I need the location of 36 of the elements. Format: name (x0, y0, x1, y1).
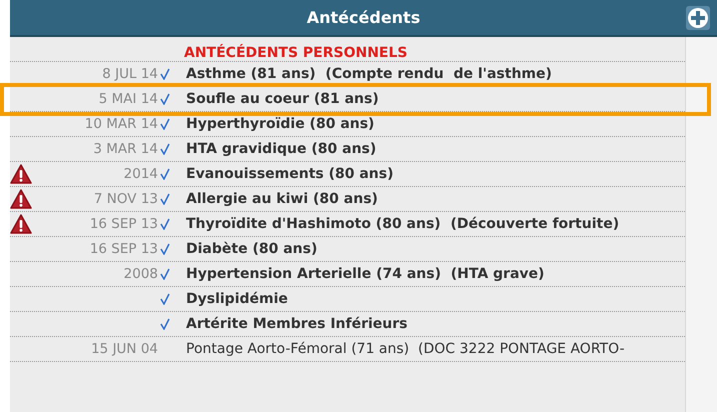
row-title: Diabète (80 ans) (186, 241, 318, 257)
row-date: 2014 (124, 166, 158, 182)
row-title: Allergie au kiwi (80 ans) (186, 191, 378, 207)
row-date: 15 JUN 04 (91, 341, 158, 357)
row-date: 7 NOV 13 (94, 191, 158, 207)
row-title: Hypertension Arterielle (74 ans) (HTA grave) (186, 266, 544, 282)
row-date: 5 MAI 14 (98, 91, 158, 107)
list-row[interactable]: Artérite Membres Inférieurs (10, 312, 685, 337)
row-title: Soufle au coeur (81 ans) (186, 91, 379, 107)
add-icon[interactable] (686, 6, 710, 30)
list-row[interactable]: Dyslipidémie (10, 287, 685, 312)
row-title: Artérite Membres Inférieurs (186, 316, 408, 332)
row-title: Asthme (81 ans) (Compte rendu de l'asthme) (186, 66, 552, 82)
list-row[interactable]: 2008 Hypertension Arterielle (74 ans) (HTA grave) (10, 262, 685, 287)
row-title: Dyslipidémie (186, 291, 288, 307)
row-date: 16 SEP 13 (90, 241, 158, 257)
row-title: HTA gravidique (80 ans) (186, 141, 376, 157)
row-date: 3 MAR 14 (93, 141, 158, 157)
row-title: Evanouissements (80 ans) (186, 166, 394, 182)
list-row[interactable]: 5 MAI 14 Soufle au coeur (81 ans) (10, 87, 685, 112)
list-row[interactable]: 3 MAR 14 HTA gravidique (80 ans) (10, 137, 685, 162)
list-row[interactable]: 16 SEP 13 Diabète (80 ans) (10, 237, 685, 262)
list-row[interactable]: 15 JUN 04 Pontage Aorto-Fémoral (71 ans) (DOC 3222 PONTAGE AORTO- (10, 337, 685, 362)
row-title: Pontage Aorto-Fémoral (71 ans) (DOC 3222 PONTAGE AORTO- (186, 341, 625, 357)
list-row[interactable]: 16 SEP 13 Thyroïdite d'Hashimoto (80 ans) (Découverte fortuite) (10, 212, 685, 237)
row-date: 10 MAR 14 (84, 116, 158, 132)
row-date: 16 SEP 13 (90, 216, 158, 232)
list-row[interactable]: 2014 Evanouissements (80 ans) (10, 162, 685, 187)
list-row[interactable]: 7 NOV 13 Allergie au kiwi (80 ans) (10, 187, 685, 212)
section-title: ANTÉCÉDENTS PERSONNELS (184, 45, 408, 61)
panel-title: Antécédents (306, 8, 420, 27)
list-row[interactable]: 10 MAR 14 Hyperthyroïdie (80 ans) (10, 112, 685, 137)
row-date: 8 JUL 14 (102, 66, 158, 82)
row-date: 2008 (124, 266, 158, 282)
row-title: Hyperthyroïdie (80 ans) (186, 116, 374, 132)
row-title: Thyroïdite d'Hashimoto (80 ans) (Découverte fortuite) (186, 216, 620, 232)
